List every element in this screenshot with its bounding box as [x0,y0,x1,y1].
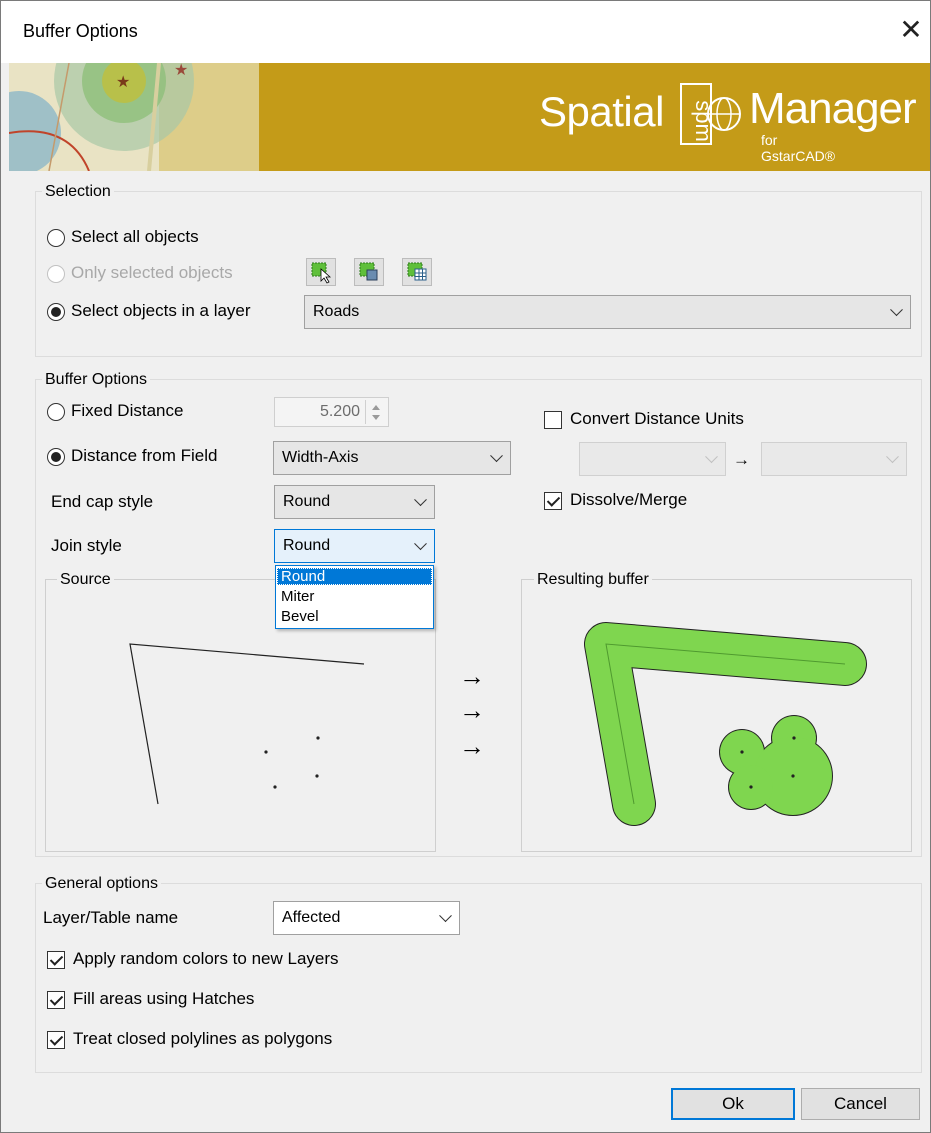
select-all-radio[interactable] [47,229,65,247]
select-all-label[interactable]: Select all objects [71,227,199,247]
fixed-distance-radio[interactable] [47,403,65,421]
buffer-options-group-label: Buffer Options [42,371,150,389]
svg-text:★: ★ [174,63,188,79]
window-title: Buffer Options [23,21,138,41]
random-colors-label[interactable]: Apply random colors to new Layers [73,949,339,969]
join-option-miter[interactable]: Miter [277,588,432,605]
flow-arrow: → [459,731,485,761]
layer-table-name-label: Layer/Table name [43,908,179,927]
closed-polylines-label[interactable]: Treat closed polylines as polygons [73,1029,332,1049]
chevron-down-icon [705,450,718,464]
close-icon[interactable]: ✕ [894,13,928,47]
brand-word-manager: Manager [749,84,917,133]
only-selected-radio[interactable] [47,265,65,283]
chevron-down-icon [886,450,899,464]
source-label: Source [57,571,114,589]
to-units-select[interactable] [761,442,907,476]
fill-hatches-label[interactable]: Fill areas using Hatches [73,989,254,1009]
select-objects-button[interactable] [306,258,336,286]
svg-text:spm: spm [691,100,716,142]
ok-button[interactable]: Ok [671,1088,795,1120]
chevron-down-icon [439,909,452,923]
join-style-value: Round [283,537,331,554]
join-style-label: Join style [51,536,122,555]
from-units-select[interactable] [579,442,726,476]
select-in-layer-label[interactable]: Select objects in a layer [71,301,251,321]
join-option-round[interactable]: Round [277,568,432,585]
selection-group-label: Selection [42,183,114,201]
layer-select[interactable]: Roads [304,295,911,329]
spm-globe-icon: spm [680,83,741,145]
spin-up-down-icon [372,405,380,420]
layer-table-name-value: Affected [282,909,341,926]
convert-arrow: → [733,450,750,469]
chevron-down-icon [890,303,903,317]
flow-arrow: → [459,695,485,725]
cancel-button[interactable]: Cancel [801,1088,920,1120]
end-cap-value: Round [283,493,331,510]
dissolve-label[interactable]: Dissolve/Merge [570,490,687,510]
end-cap-label: End cap style [51,492,154,511]
fixed-distance-label[interactable]: Fixed Distance [71,401,183,421]
select-from-table-button[interactable] [402,258,432,286]
chevron-down-icon [490,449,503,463]
result-preview [521,579,912,852]
map-thumbnail-image: ★ ★ [9,63,259,171]
join-style-select[interactable]: Round [274,529,435,563]
select-by-layer-button[interactable] [354,258,384,286]
fill-hatches-checkbox[interactable] [47,991,65,1009]
result-label: Resulting buffer [534,571,652,589]
only-selected-label[interactable]: Only selected objects [71,263,233,283]
general-options-group-label: General options [42,875,161,893]
brand-subtitle: for GstarCAD® [761,132,836,164]
join-option-bevel[interactable]: Bevel [277,608,432,625]
convert-units-label[interactable]: Convert Distance Units [570,409,744,429]
dissolve-checkbox[interactable] [544,492,562,510]
layer-select-value: Roads [313,303,360,320]
fixed-distance-input[interactable]: 5.200 [274,397,389,427]
select-in-layer-radio[interactable] [47,303,65,321]
closed-polylines-checkbox[interactable] [47,1031,65,1049]
flow-arrow: → [459,661,485,691]
select-by-layer-icon [359,262,378,281]
join-style-dropdown: Round Miter Bevel [275,565,434,629]
select-from-table-icon [407,262,427,281]
convert-units-checkbox[interactable] [544,411,562,429]
distance-field-value: Width-Axis [282,449,359,466]
chevron-down-icon [414,537,427,551]
select-objects-icon [311,262,332,284]
fixed-distance-value: 5.200 [319,403,360,420]
spin-buttons[interactable] [365,400,386,424]
distance-field-label[interactable]: Distance from Field [71,446,217,466]
random-colors-checkbox[interactable] [47,951,65,969]
title-bar: Buffer Options ✕ [1,1,930,63]
svg-text:★: ★ [116,74,130,91]
chevron-down-icon [414,493,427,507]
brand-word-spatial: Spatial [539,88,664,135]
layer-table-name-select[interactable]: Affected [273,901,460,935]
brand-banner: ★ ★ Spatial spm Manager for GstarCAD® [9,63,930,171]
distance-field-select[interactable]: Width-Axis [273,441,511,475]
buffer-options-dialog: Buffer Options ✕ ★ ★ Spatial spm Manager… [0,0,931,1133]
end-cap-select[interactable]: Round [274,485,435,519]
distance-field-radio[interactable] [47,448,65,466]
buffer-result-drawing [584,622,867,826]
